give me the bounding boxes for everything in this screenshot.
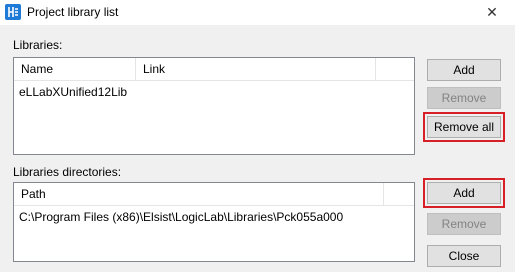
library-name: eLLabXUnified12Lib <box>19 85 128 99</box>
remove-library-label: Remove <box>441 91 487 105</box>
directories-list[interactable]: Path C:\Program Files (x86)\Elsist\Logic… <box>13 182 415 262</box>
window-title: Project library list <box>27 5 119 19</box>
remove-all-libraries-button[interactable]: Remove all <box>427 116 501 138</box>
add-library-label: Add <box>453 63 475 77</box>
add-directory-label: Add <box>453 186 475 200</box>
column-header-path-label: Path <box>21 187 46 201</box>
remove-all-label: Remove all <box>433 120 495 134</box>
libraries-label: Libraries: <box>13 38 63 52</box>
remove-directory-button[interactable]: Remove <box>427 213 501 235</box>
app-icon <box>5 4 21 20</box>
close-button-label: Close <box>448 249 480 263</box>
directories-label: Libraries directories: <box>13 165 122 179</box>
list-item[interactable]: C:\Program Files (x86)\Elsist\LogicLab\L… <box>19 210 343 224</box>
add-directory-button[interactable]: Add <box>427 182 501 204</box>
column-header-name-label: Name <box>21 62 54 76</box>
close-window-button[interactable]: ✕ <box>469 0 515 25</box>
directory-path: C:\Program Files (x86)\Elsist\LogicLab\L… <box>19 210 344 224</box>
close-icon: ✕ <box>486 4 498 20</box>
libraries-list-header: Name Link <box>14 58 414 81</box>
add-library-button[interactable]: Add <box>427 59 501 81</box>
column-header-name[interactable]: Name <box>14 58 136 81</box>
title-bar: Project library list ✕ <box>0 0 515 25</box>
libraries-list[interactable]: Name Link eLLabXUnified12Lib <box>13 57 415 155</box>
directories-list-header: Path <box>14 183 414 206</box>
column-header-link[interactable]: Link <box>136 58 376 81</box>
column-header-link-label: Link <box>143 62 166 76</box>
list-item[interactable]: eLLabXUnified12Lib <box>19 85 127 99</box>
column-header-path[interactable]: Path <box>14 183 384 206</box>
remove-directory-label: Remove <box>441 217 487 231</box>
project-library-dialog: Project library list ✕ Libraries: Name L… <box>0 0 515 272</box>
close-button[interactable]: Close <box>427 245 501 267</box>
remove-library-button[interactable]: Remove <box>427 87 501 109</box>
